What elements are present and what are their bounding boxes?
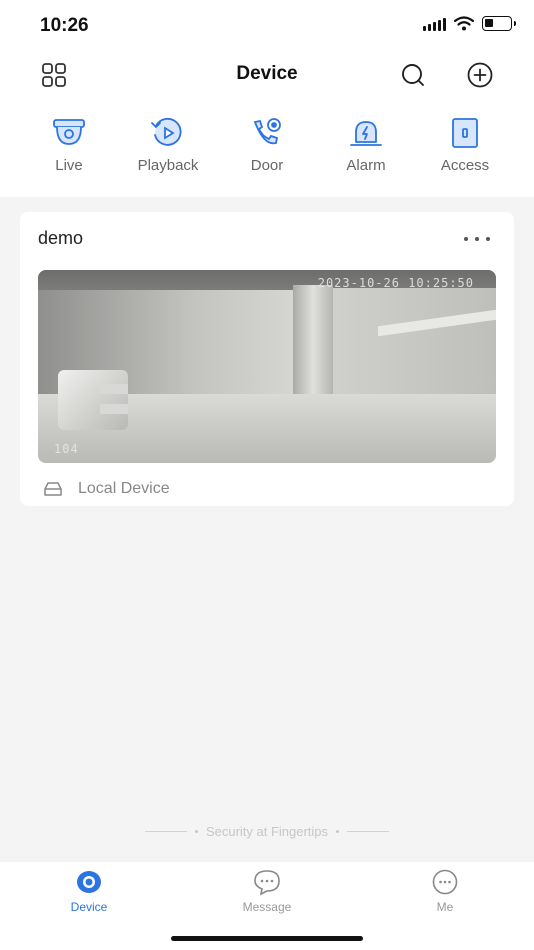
device-source-label: Local Device	[78, 480, 170, 497]
power-plug-image	[58, 370, 128, 430]
device-card[interactable]: demo 2023-10-26 10:25:50 104 Local Devic…	[20, 212, 514, 506]
app-header: Device	[0, 52, 534, 98]
local-storage-icon	[44, 482, 62, 496]
device-screen: 10:26 Device Live Playback Door Alarm Ac…	[0, 0, 534, 950]
me-tab-icon	[431, 868, 459, 896]
top-panel: 10:26 Device Live Playback Door Alarm Ac…	[0, 0, 534, 197]
access-door-icon	[447, 116, 483, 150]
shortcut-label: Door	[250, 157, 284, 174]
page-title: Device	[236, 63, 298, 84]
status-icons	[423, 16, 516, 31]
add-circle-icon[interactable]	[465, 60, 495, 90]
tab-label: Device	[70, 900, 108, 914]
battery-icon	[482, 16, 516, 31]
tab-me[interactable]: Me	[385, 868, 505, 914]
footer-slogan: Security at Fingertips	[0, 824, 534, 839]
shortcut-access[interactable]: Access	[416, 116, 514, 178]
preview-channel-id: 104	[54, 442, 79, 456]
camera-preview[interactable]: 2023-10-26 10:25:50 104	[38, 270, 496, 463]
preview-timestamp: 2023-10-26 10:25:50	[317, 276, 474, 290]
shortcut-playback[interactable]: Playback	[119, 116, 217, 178]
shortcut-door[interactable]: Door	[218, 116, 316, 178]
shortcut-live[interactable]: Live	[20, 116, 118, 178]
cellular-signal-icon	[423, 17, 446, 31]
search-icon[interactable]	[398, 60, 428, 90]
playback-icon	[150, 116, 186, 150]
shortcut-label: Live	[55, 157, 83, 174]
status-time: 10:26	[40, 15, 89, 36]
tab-message[interactable]: Message	[207, 868, 327, 914]
wifi-icon	[454, 16, 474, 31]
tab-label: Me	[436, 900, 454, 914]
slogan-text: Security at Fingertips	[205, 824, 329, 839]
shortcut-alarm[interactable]: Alarm	[317, 116, 415, 178]
tab-device[interactable]: Device	[29, 868, 149, 914]
bottom-tab-bar: Device Message Me	[0, 862, 534, 950]
device-source: Local Device	[44, 480, 170, 498]
door-call-icon	[249, 116, 285, 150]
message-tab-icon	[253, 868, 281, 896]
tab-label: Message	[242, 900, 292, 914]
dome-camera-icon	[51, 116, 87, 150]
shortcut-label: Access	[440, 157, 490, 174]
shortcut-label: Playback	[137, 157, 199, 174]
alarm-siren-icon	[348, 116, 384, 150]
device-name: demo	[38, 228, 84, 248]
shortcut-row: Live Playback Door Alarm Access	[20, 116, 514, 178]
more-options-icon[interactable]	[464, 232, 490, 246]
status-bar: 10:26	[0, 0, 534, 50]
home-indicator	[171, 936, 363, 941]
device-tab-icon	[75, 868, 103, 896]
shortcut-label: Alarm	[346, 157, 386, 174]
